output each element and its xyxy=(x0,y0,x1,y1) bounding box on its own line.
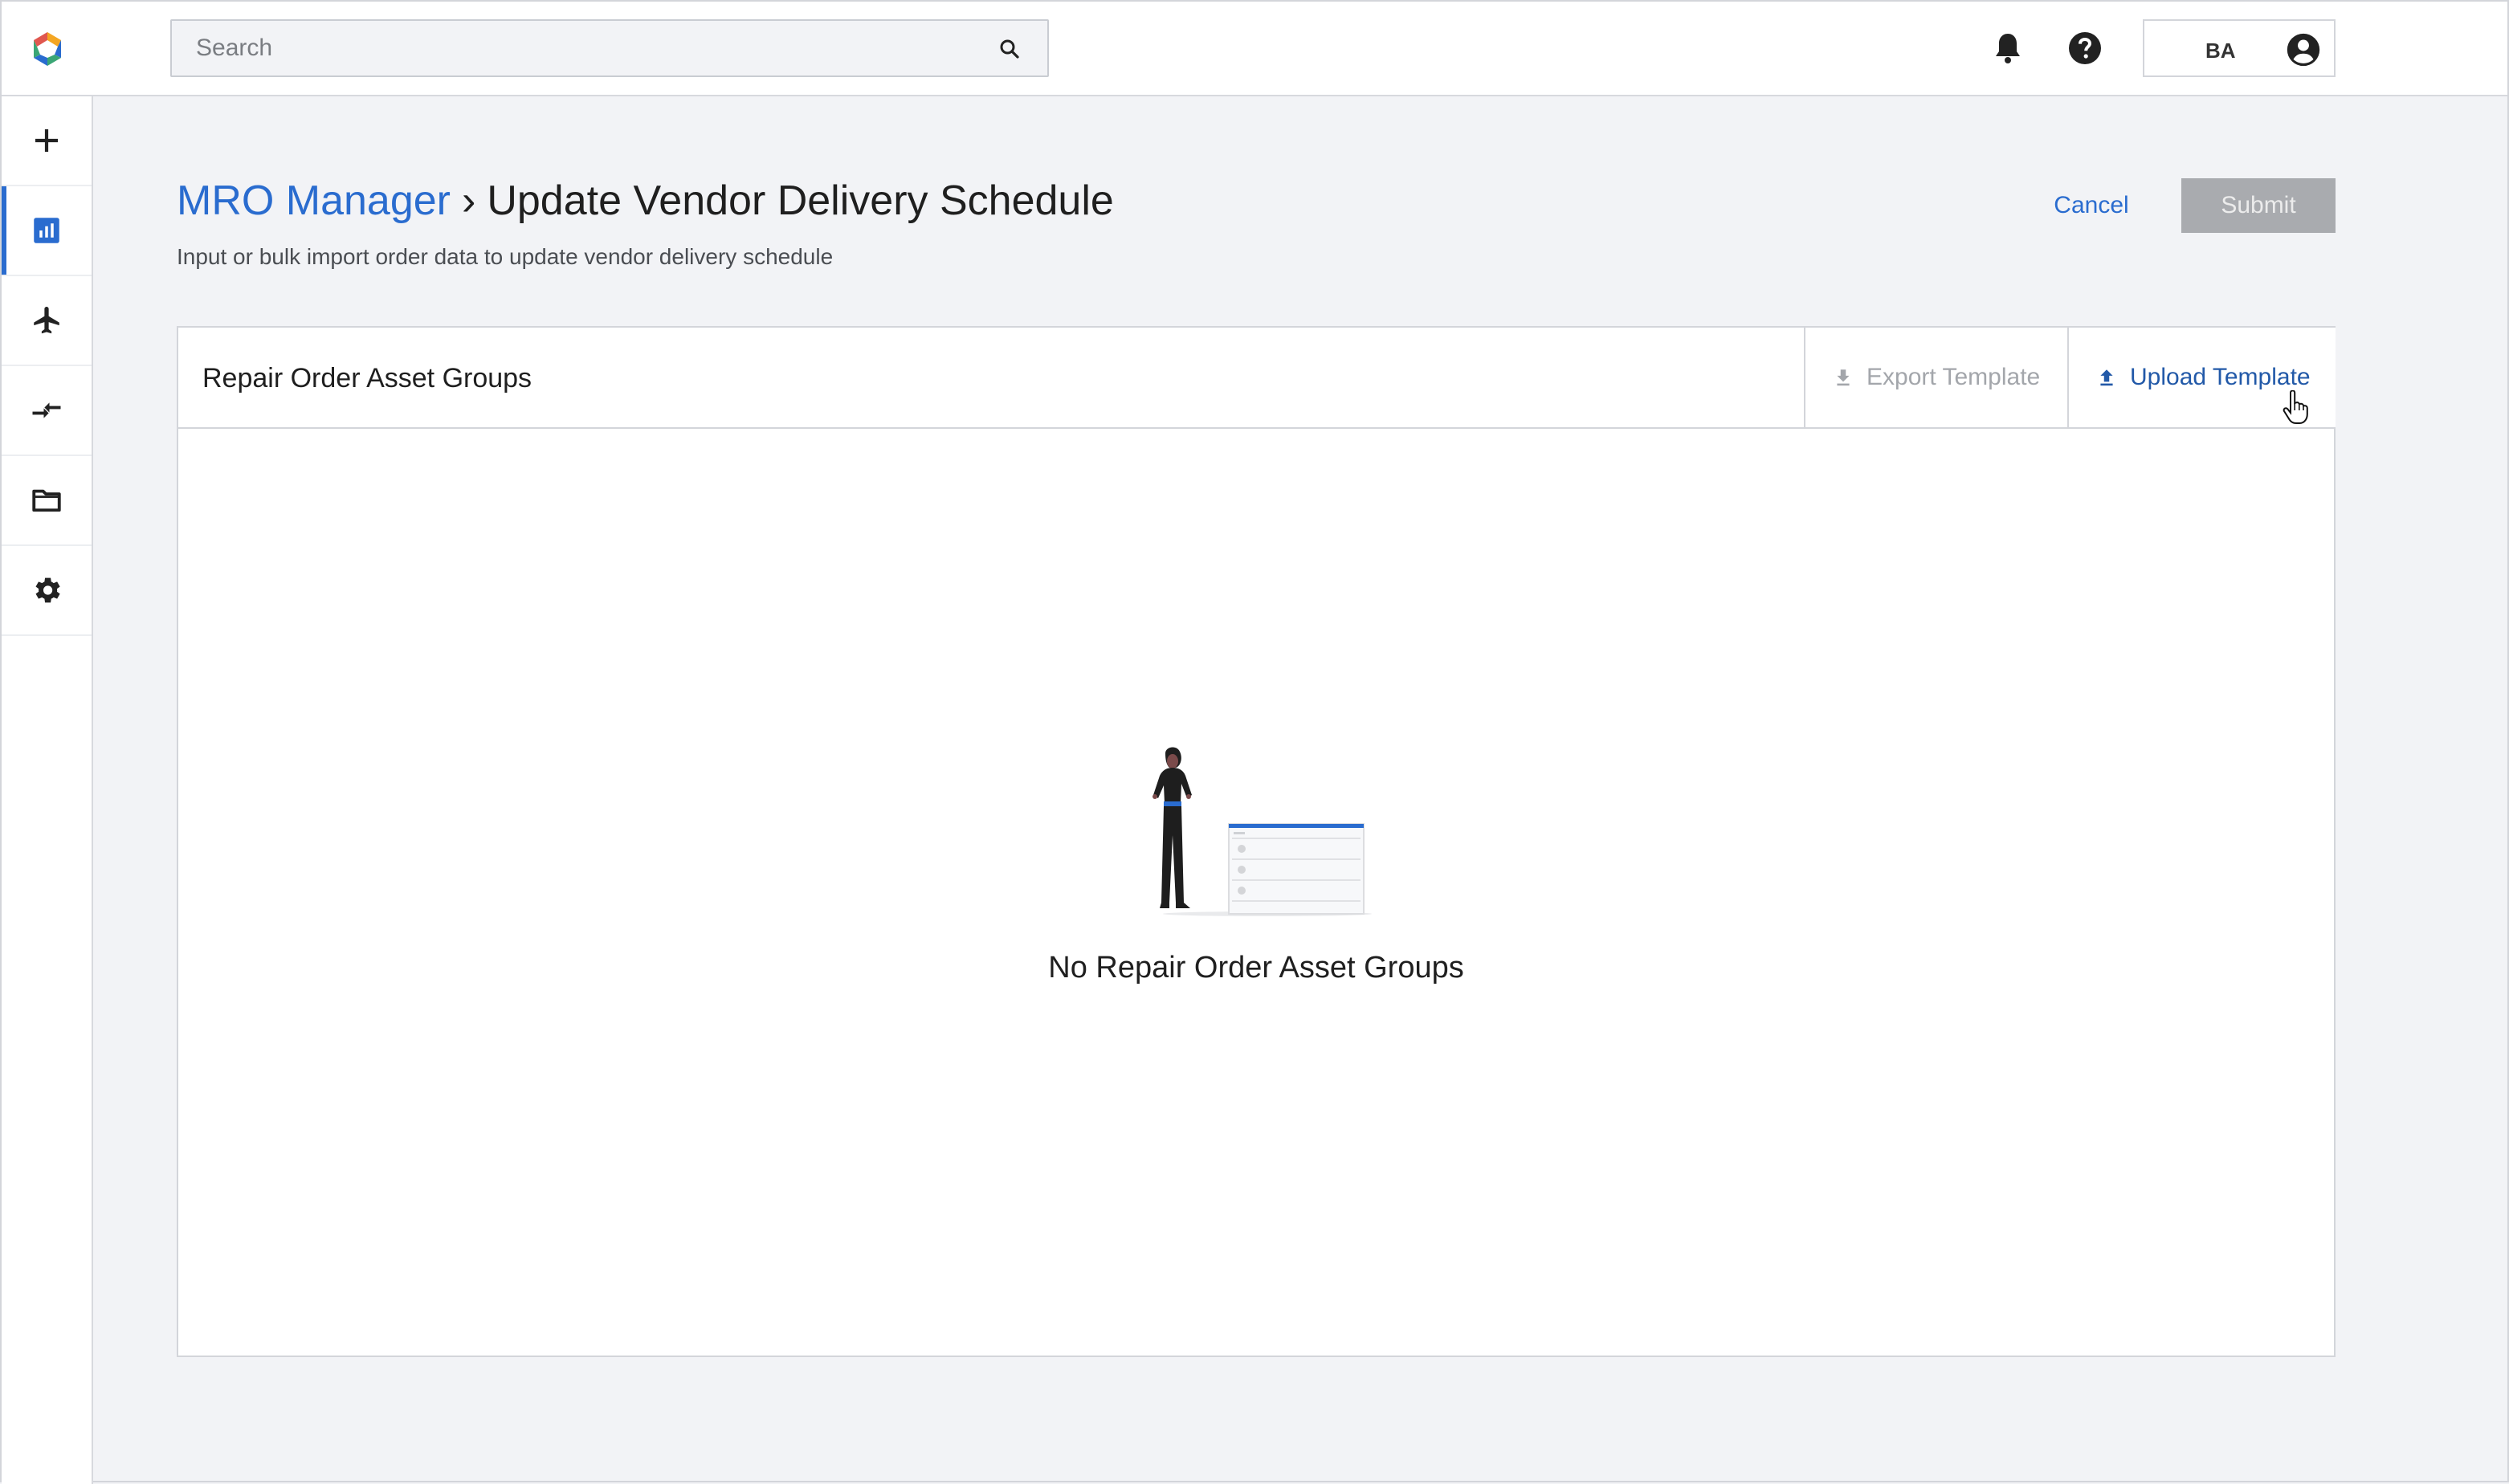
empty-state-message: No Repair Order Asset Groups xyxy=(1048,951,1464,985)
panel-header: Repair Order Asset Groups Export Templat… xyxy=(178,328,2336,429)
page-title: Update Vendor Delivery Schedule xyxy=(487,177,1114,224)
app-window: BA xyxy=(0,0,2509,1484)
empty-state-illustration xyxy=(1153,747,1372,916)
sidebar-nav xyxy=(2,96,93,1484)
arrows-compare-icon xyxy=(32,402,61,418)
sidebar-item-transfers[interactable] xyxy=(2,366,92,456)
search-input[interactable] xyxy=(172,21,1047,75)
search-box xyxy=(170,19,1049,77)
upload-template-label: Upload Template xyxy=(2130,364,2311,390)
help-circle-icon[interactable] xyxy=(2066,29,2104,67)
chart-icon xyxy=(34,218,59,243)
breadcrumb-separator: › xyxy=(462,177,476,224)
export-template-button[interactable]: Export Template xyxy=(1804,328,2067,427)
search-icon[interactable] xyxy=(997,37,1022,61)
app-logo-icon[interactable] xyxy=(27,29,67,69)
export-template-label: Export Template xyxy=(1866,364,2041,390)
panel-title: Repair Order Asset Groups xyxy=(202,363,532,393)
account-circle-icon xyxy=(2287,33,2320,67)
sidebar-item-create[interactable] xyxy=(2,96,92,186)
submit-button[interactable]: Submit xyxy=(2181,178,2336,233)
bell-icon[interactable] xyxy=(1989,29,2027,67)
asset-groups-panel: Repair Order Asset Groups Export Templat… xyxy=(177,326,2336,1357)
sidebar-item-settings[interactable] xyxy=(2,546,92,636)
user-initials: BA xyxy=(2205,39,2236,63)
user-menu[interactable]: BA xyxy=(2143,19,2336,77)
download-icon xyxy=(1837,369,1850,386)
breadcrumb: MRO Manager › Update Vendor Delivery Sched… xyxy=(177,177,1114,225)
hand-pointer-icon xyxy=(2283,390,2308,424)
sidebar-item-files[interactable] xyxy=(2,456,92,546)
page-subtitle: Input or bulk import order data to updat… xyxy=(177,244,834,269)
sidebar-item-flights[interactable] xyxy=(2,276,92,366)
upload-icon xyxy=(2100,369,2113,386)
top-bar: BA xyxy=(2,2,2507,96)
cancel-button[interactable]: Cancel xyxy=(2034,178,2149,233)
airplane-icon xyxy=(34,307,59,334)
breadcrumb-link-mro-manager[interactable]: MRO Manager xyxy=(177,177,451,224)
folder-icon xyxy=(32,489,61,512)
plus-icon xyxy=(35,129,58,152)
sidebar-item-dashboard[interactable] xyxy=(2,186,92,276)
gear-icon xyxy=(35,577,60,603)
